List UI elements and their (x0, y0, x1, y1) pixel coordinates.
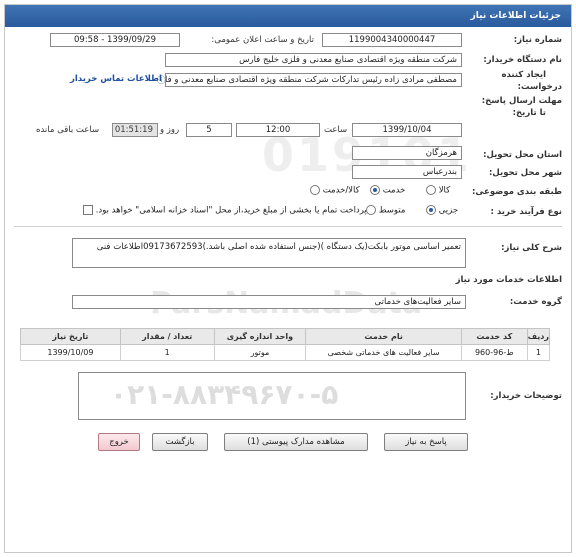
reply-button[interactable]: پاسخ به نیاز (384, 433, 468, 451)
cell-row-number: 1 (526, 344, 551, 361)
need-number-field: 1199004340000447 (322, 33, 462, 47)
purchase-minor-label: جزیی (438, 205, 459, 216)
services-section-title: اطلاعات خدمات مورد نیاز (455, 275, 562, 285)
service-group-label: گروه خدمت: (509, 297, 562, 307)
description-label: شرح کلی نیاز: (501, 243, 562, 253)
treasury-payment-option[interactable]: پرداخت تمام یا بخشی از مبلغ خرید،از محل … (83, 205, 367, 216)
buyer-notes-box (78, 372, 466, 420)
col-unit: واحد اندازه گیری (213, 328, 307, 345)
services-table: ردیف کد خدمت نام خدمت واحد اندازه گیری ت… (20, 328, 551, 361)
purchase-medium-label: متوسط (378, 205, 406, 216)
col-need-date: تاریخ نیاز (20, 328, 121, 345)
table-header-row: ردیف کد خدمت نام خدمت واحد اندازه گیری ت… (20, 328, 551, 345)
remaining-label: ساعت باقی مانده (36, 125, 100, 135)
col-service-name: نام خدمت (305, 328, 462, 345)
city-field: بندرعباس (352, 165, 462, 179)
category-label: طبقه بندی موضوعی: (472, 187, 562, 197)
treasury-payment-note: پرداخت تمام یا بخشی از مبلغ خرید،از محل … (95, 205, 367, 216)
category-service-radio[interactable] (370, 185, 380, 195)
deadline-label: مهلت ارسال پاسخ: (481, 96, 562, 106)
province-label: استان محل تحویل: (483, 150, 562, 160)
back-button[interactable]: بازگشت (152, 433, 208, 451)
countdown-timer: 01:51:19 (112, 123, 158, 137)
category-option-both[interactable]: کالا/خدمت (310, 185, 360, 196)
purchase-option-minor[interactable]: جزیی (426, 205, 458, 216)
announce-label: تاریخ و ساعت اعلان عمومی: (211, 35, 314, 45)
buyer-notes-label: توضیحات خریدار: (490, 391, 562, 401)
category-both-label: کالا/خدمت (322, 185, 360, 196)
days-field: 5 (186, 123, 232, 137)
deadline-label-2: تا تاریخ: (512, 108, 546, 118)
province-field: هرمزگان (352, 146, 462, 160)
deadline-time-field: 12:00 (236, 123, 320, 137)
category-goods-label: کالا (438, 185, 451, 196)
days-label: روز و (160, 125, 180, 135)
purchase-option-medium[interactable]: متوسط (366, 205, 405, 216)
announce-field: 1399/09/29 - 09:58 (50, 33, 180, 47)
info-icon: ⓘ (157, 76, 166, 86)
page-title: جزئیات اطلاعات نیاز (5, 5, 571, 27)
category-option-service[interactable]: خدمت (370, 185, 405, 196)
category-goods-radio[interactable] (426, 185, 436, 195)
cell-quantity: 1 (119, 344, 215, 361)
purchase-minor-radio[interactable] (426, 205, 436, 215)
purchase-type-label: نوع فرآیند خرید : (490, 207, 562, 217)
category-both-radio[interactable] (310, 185, 320, 195)
col-row-number: ردیف (526, 328, 551, 345)
creator-field: مصطفی مرادی زاده رئیس تدارکات شرکت منطقه… (165, 73, 462, 87)
buyer-field: شرکت منطقه ویژه اقتصادی صنایع معدنی و فل… (165, 53, 462, 67)
treasury-payment-checkbox[interactable] (83, 205, 93, 215)
exit-button[interactable]: خروج (98, 433, 140, 451)
table-row: 1 ط-96-960 سایر فعالیت های خدماتی شخصی م… (20, 344, 551, 361)
divider (14, 226, 562, 227)
description-field: تعمیر اساسی موتور بابکت(یک دستگاه )(جنس … (72, 238, 466, 268)
city-label: شهر محل تحویل: (489, 168, 562, 178)
service-group-field: سایر فعالیت‌های خدماتی (72, 295, 466, 309)
category-option-goods[interactable]: کالا (426, 185, 450, 196)
buyer-contact-link[interactable]: اطلاعات تماس خریدار (70, 74, 162, 84)
attachments-button[interactable]: مشاهده مدارک پیوستی (1) (224, 433, 368, 451)
time-label: ساعت (324, 125, 348, 135)
col-quantity: تعداد / مقدار (119, 328, 215, 345)
cell-service-code: ط-96-960 (460, 344, 528, 361)
purchase-medium-radio[interactable] (366, 205, 376, 215)
cell-service-name: سایر فعالیت های خدماتی شخصی (305, 344, 462, 361)
creator-label: ایجاد کننده (501, 70, 546, 80)
cell-unit: موتور (213, 344, 307, 361)
col-service-code: کد خدمت (460, 328, 528, 345)
cell-need-date: 1399/10/09 (20, 344, 121, 361)
deadline-date-field: 1399/10/04 (352, 123, 462, 137)
need-number-label: شماره نیاز: (513, 35, 562, 45)
category-service-label: خدمت (382, 185, 406, 196)
creator-label-2: درخواست: (517, 82, 562, 92)
buyer-label: نام دستگاه خریدار: (483, 55, 562, 65)
